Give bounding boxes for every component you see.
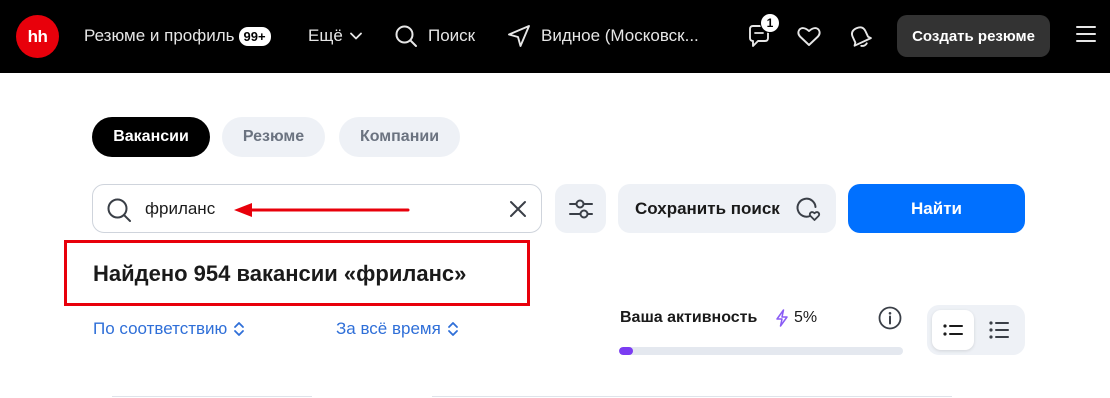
saved-search-heart-icon	[796, 197, 821, 221]
heart-icon[interactable]	[794, 21, 824, 51]
search-icon	[395, 25, 417, 47]
nav-resume-profile[interactable]: Резюме и профиль 99+	[84, 20, 271, 52]
location-arrow-icon	[508, 25, 530, 47]
sort-relevance-label: По соответствию	[93, 319, 228, 338]
find-button[interactable]: Найти	[848, 184, 1025, 233]
activity-progress-bar	[619, 347, 903, 355]
hh-logo[interactable]: hh	[16, 15, 59, 58]
nav-search-label: Поиск	[428, 26, 476, 45]
chevron-updown-icon	[234, 322, 245, 336]
burger-menu-icon[interactable]	[1076, 26, 1096, 46]
sort-period-label: За всё время	[336, 319, 441, 338]
search-icon	[107, 198, 131, 222]
nav-resume-profile-label: Резюме и профиль	[84, 26, 235, 45]
top-header: hh Резюме и профиль 99+ Ещё Поиск Видное…	[0, 0, 1110, 73]
chevron-updown-icon	[447, 322, 458, 336]
activity-value: 5%	[794, 309, 818, 326]
tab-vacancies[interactable]: Вакансии	[92, 117, 210, 157]
full-view-button[interactable]	[978, 310, 1020, 350]
nav-search[interactable]: Поиск	[394, 20, 475, 52]
sort-relevance-dropdown[interactable]: По соответствию	[93, 319, 245, 339]
view-toggle	[927, 305, 1025, 355]
sort-period-dropdown[interactable]: За всё время	[336, 319, 459, 339]
filter-sliders-icon	[568, 199, 593, 218]
chevron-down-icon	[349, 32, 362, 40]
nav-more[interactable]: Ещё	[308, 20, 362, 52]
info-icon[interactable]	[878, 306, 902, 330]
compact-view-button[interactable]	[932, 310, 974, 350]
filter-button[interactable]	[555, 184, 606, 233]
annotation-arrow	[234, 203, 410, 217]
tab-resumes[interactable]: Резюме	[222, 117, 325, 157]
results-title: Найдено 954 вакансии «фриланс»	[93, 261, 467, 286]
tab-companies[interactable]: Компании	[339, 117, 460, 157]
list-compact-icon	[943, 324, 963, 336]
list-detailed-icon	[989, 321, 1009, 339]
save-search-label: Сохранить поиск	[635, 198, 780, 218]
save-search-button[interactable]: Сохранить поиск	[618, 184, 836, 233]
divider	[112, 396, 312, 397]
nav-more-label: Ещё	[308, 26, 343, 45]
clear-icon[interactable]	[507, 198, 529, 220]
nav-location-label: Видное (Московск...	[541, 26, 699, 45]
lightning-icon	[776, 309, 788, 327]
nav-location[interactable]: Видное (Московск...	[507, 20, 699, 52]
divider	[432, 396, 952, 397]
chat-count-badge: 1	[760, 13, 780, 33]
bell-icon[interactable]	[845, 21, 875, 51]
activity-progress-fill	[619, 347, 634, 355]
resume-count-badge: 99+	[238, 26, 271, 46]
create-resume-button[interactable]: Создать резюме	[897, 15, 1050, 57]
activity-label: Ваша активность	[620, 309, 758, 326]
